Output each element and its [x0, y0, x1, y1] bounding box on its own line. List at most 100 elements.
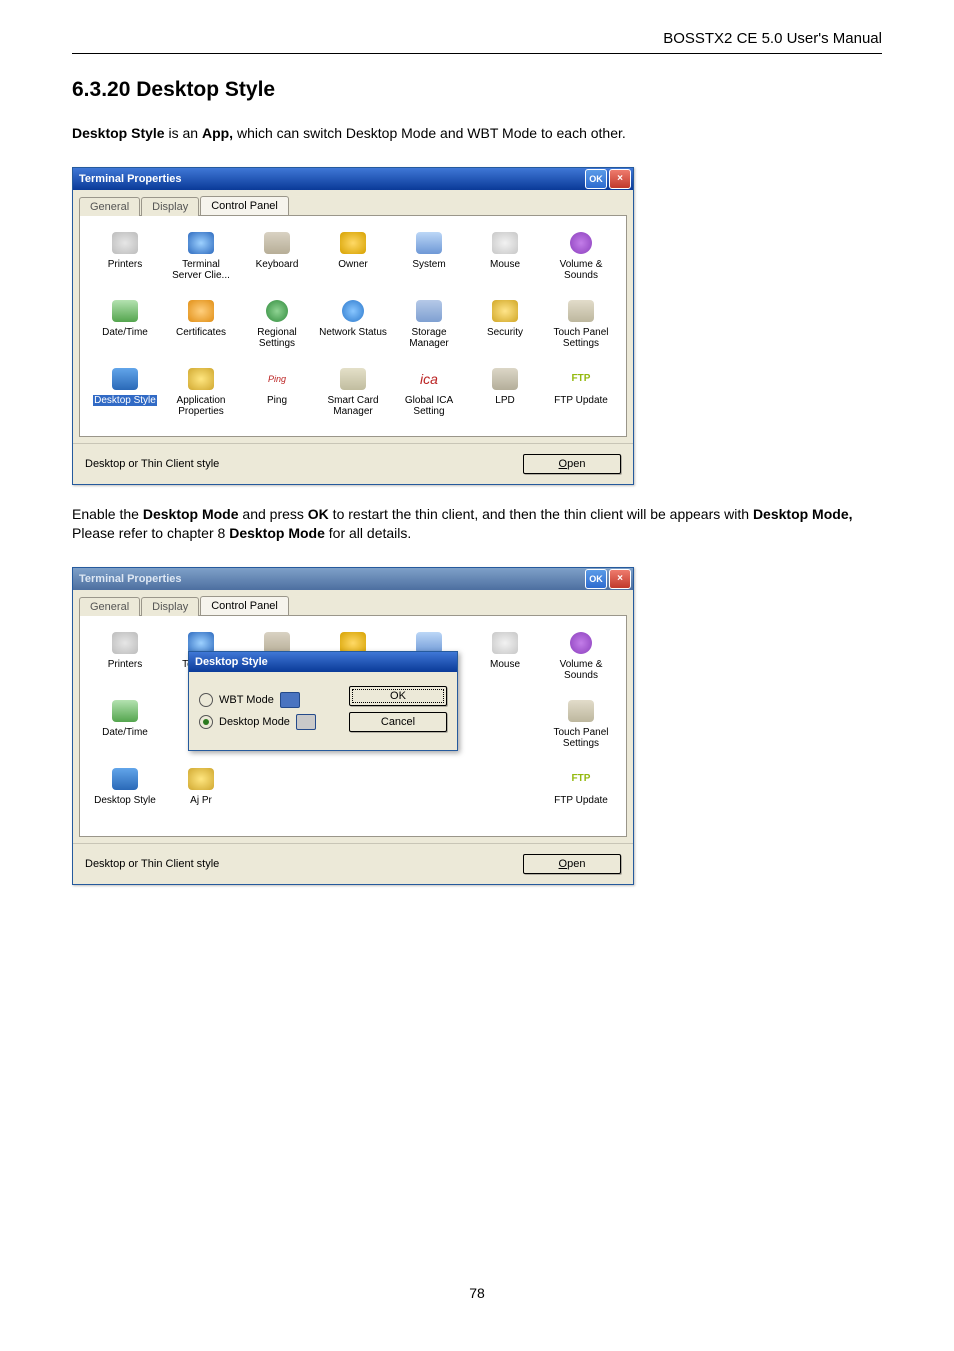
cp-item-printers[interactable]: Printers — [88, 226, 162, 292]
statusbar: Desktop or Thin Client style Open — [73, 843, 633, 884]
ftp-update-icon: FTP — [572, 367, 591, 391]
window-title: Terminal Properties — [79, 173, 583, 185]
desktop-style-icon — [111, 367, 139, 391]
open-button[interactable]: Open — [523, 854, 621, 874]
cp-item-ftp-update[interactable]: FTP FTP Update — [544, 362, 618, 428]
cp-item-label: Touch Panel Settings — [547, 727, 615, 750]
cp-item-label: Mouse — [490, 659, 520, 671]
owner-icon — [339, 231, 367, 255]
blank-icon — [339, 767, 367, 791]
cp-item-mouse[interactable]: Mouse — [468, 626, 542, 692]
status-description: Desktop or Thin Client style — [85, 458, 523, 470]
cp-item-ftp-update[interactable]: FTPFTP Update — [544, 762, 618, 828]
cp-item-application-properties[interactable]: Application Properties — [164, 362, 238, 428]
cp-item-label: Regional Settings — [243, 327, 311, 350]
storage-manager-icon — [415, 299, 443, 323]
radio-wbt-mode[interactable]: WBT Mode — [199, 692, 337, 708]
cp-item-application-properties[interactable]: Aj Pr — [164, 762, 238, 828]
cp-item-label: Date/Time — [102, 727, 148, 739]
cp-item-global-ica-setting[interactable]: icaGlobal ICA Setting — [392, 362, 466, 428]
header-rule — [72, 53, 882, 54]
radio-desktop-mode[interactable]: Desktop Mode — [199, 714, 337, 730]
network-status-icon — [339, 299, 367, 323]
intro-paragraph: Desktop Style is an App, which can switc… — [72, 124, 882, 143]
regional-settings-icon — [263, 299, 291, 323]
touch-panel-settings-icon — [567, 699, 595, 723]
cp-item-volume-sounds[interactable]: Volume & Sounds — [544, 226, 618, 292]
cp-item-label: Printers — [108, 259, 142, 271]
cp-item-volume-sounds[interactable]: Volume & Sounds — [544, 626, 618, 692]
tab-general[interactable]: General — [79, 197, 140, 216]
printers-icon — [111, 231, 139, 255]
cp-item-network-status[interactable]: Network Status — [316, 294, 390, 360]
tabstrip: General Display Control Panel — [73, 590, 633, 615]
cp-item-keyboard[interactable]: Keyboard — [240, 226, 314, 292]
ping-icon: Ping — [268, 367, 286, 391]
cp-item-label: Smart Card Manager — [319, 395, 387, 418]
enable-paragraph: Enable the Desktop Mode and press OK to … — [72, 505, 882, 543]
cp-item-label: Printers — [108, 659, 142, 671]
cp-item-lpd[interactable]: LPD — [468, 362, 542, 428]
cp-item-touch-panel-settings[interactable]: Touch Panel Settings — [544, 694, 618, 760]
cp-item-desktop-style[interactable]: Desktop Style — [88, 762, 162, 828]
global-ica-setting-icon: ica — [420, 367, 438, 391]
dialog-titlebar[interactable]: Desktop Style — [189, 652, 457, 672]
cp-item-owner[interactable]: Owner — [316, 226, 390, 292]
cp-item-mouse[interactable]: Mouse — [468, 226, 542, 292]
cp-item-desktop-style[interactable]: Desktop Style — [88, 362, 162, 428]
certificates-icon — [187, 299, 215, 323]
tab-display[interactable]: Display — [141, 597, 199, 616]
cp-item-certificates[interactable]: Certificates — [164, 294, 238, 360]
touch-panel-settings-icon — [567, 299, 595, 323]
mouse-icon — [491, 231, 519, 255]
security-icon — [491, 299, 519, 323]
titlebar-close-button[interactable]: × — [609, 569, 631, 589]
cp-item-storage-manager[interactable]: Storage Manager — [392, 294, 466, 360]
cp-item-touch-panel-settings[interactable]: Touch Panel Settings — [544, 294, 618, 360]
tab-display[interactable]: Display — [141, 197, 199, 216]
cp-item-label: Owner — [338, 259, 367, 271]
cp-item-label: FTP Update — [554, 395, 608, 407]
volume-sounds-icon — [567, 631, 595, 655]
keyboard-icon — [263, 231, 291, 255]
titlebar[interactable]: Terminal Properties OK × — [73, 168, 633, 190]
lpd-icon — [491, 367, 519, 391]
titlebar-close-button[interactable]: × — [609, 169, 631, 189]
page-number: 78 — [72, 1285, 882, 1301]
tab-general[interactable]: General — [79, 597, 140, 616]
radio-label: WBT Mode — [219, 694, 274, 706]
dialog-title: Desktop Style — [195, 656, 455, 668]
open-button[interactable]: Open — [523, 454, 621, 474]
dialog-cancel-button[interactable]: Cancel — [349, 712, 447, 732]
cp-item-terminal-server-client[interactable]: Terminal Server Clie... — [164, 226, 238, 292]
cp-item-regional-settings[interactable]: Regional Settings — [240, 294, 314, 360]
cp-item-date-time[interactable]: Date/Time — [88, 694, 162, 760]
cp-item-printers[interactable]: Printers — [88, 626, 162, 692]
cp-item-label: Mouse — [490, 259, 520, 271]
cp-item-smart-card-manager[interactable]: Smart Card Manager — [316, 362, 390, 428]
blank-icon — [491, 699, 519, 723]
titlebar-ok-button[interactable]: OK — [585, 169, 607, 189]
cp-item-system[interactable]: System — [392, 226, 466, 292]
cp-item-17 — [316, 762, 390, 828]
cp-item-label: Volume & Sounds — [547, 659, 615, 682]
date-time-icon — [111, 699, 139, 723]
cp-item-security[interactable]: Security — [468, 294, 542, 360]
cp-item-label: Touch Panel Settings — [547, 327, 615, 350]
ftp-update-icon: FTP — [572, 767, 591, 791]
cp-item-label: Security — [487, 327, 523, 339]
wbt-mode-icon — [280, 692, 300, 708]
cp-item-label: Certificates — [176, 327, 226, 339]
titlebar-inactive: Terminal Properties OK × — [73, 568, 633, 590]
cp-item-date-time[interactable]: Date/Time — [88, 294, 162, 360]
tab-control-panel[interactable]: Control Panel — [200, 196, 289, 215]
titlebar-ok-button[interactable]: OK — [585, 569, 607, 589]
terminal-server-client-icon — [187, 231, 215, 255]
cp-item-label: Storage Manager — [395, 327, 463, 350]
dialog-ok-button[interactable]: OK — [349, 686, 447, 706]
cp-item-18 — [392, 762, 466, 828]
cp-item-ping[interactable]: PingPing — [240, 362, 314, 428]
radio-icon — [199, 693, 213, 707]
cp-item-label: Desktop Style — [94, 795, 156, 807]
tab-control-panel[interactable]: Control Panel — [200, 596, 289, 615]
